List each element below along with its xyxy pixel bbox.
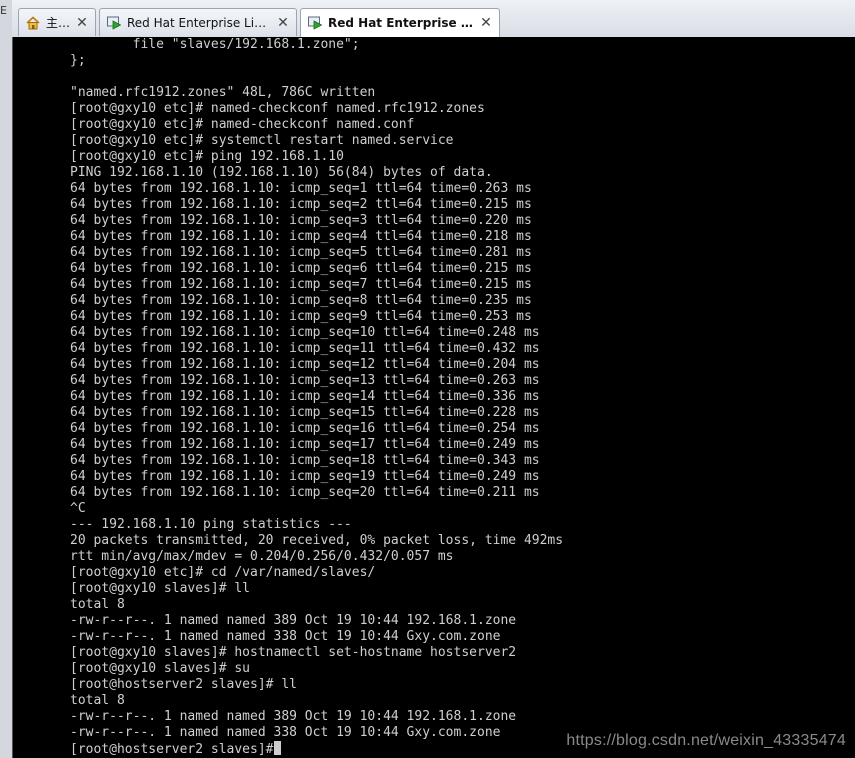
- terminal-line: 64 bytes from 192.168.1.10: icmp_seq=2 t…: [70, 197, 532, 212]
- terminal-line: 64 bytes from 192.168.1.10: icmp_seq=16 …: [70, 421, 540, 436]
- vm-icon: [107, 16, 122, 30]
- terminal-line: [root@hostserver2 slaves]# ll: [70, 677, 297, 692]
- terminal-line: -rw-r--r--. 1 named named 389 Oct 19 10:…: [70, 709, 517, 724]
- home-icon: [26, 15, 40, 29]
- terminal-line: ^C: [70, 501, 86, 516]
- terminal-line: 64 bytes from 192.168.1.10: icmp_seq=14 …: [70, 389, 540, 404]
- terminal-line: [root@gxy10 etc]# systemctl restart name…: [70, 133, 454, 148]
- tab-label: Red Hat Enterprise Linux ...: [328, 16, 473, 30]
- terminal-line: [root@hostserver2 slaves]#: [70, 741, 563, 757]
- tab-rhel8[interactable]: Red Hat Enterprise Linux 8.0 ... ✕: [99, 8, 297, 36]
- terminal-line: -rw-r--r--. 1 named named 338 Oct 19 10:…: [70, 629, 501, 644]
- terminal-line: [root@gxy10 slaves]# hostnamectl set-hos…: [70, 645, 517, 660]
- terminal-line: [root@gxy10 etc]# cd /var/named/slaves/: [70, 565, 376, 580]
- terminal-line: [root@gxy10 slaves]# ll: [70, 581, 251, 596]
- terminal-line: -rw-r--r--. 1 named named 389 Oct 19 10:…: [70, 613, 517, 628]
- terminal-line: 64 bytes from 192.168.1.10: icmp_seq=15 …: [70, 405, 540, 420]
- terminal-line: };: [70, 53, 86, 68]
- terminal-line: 64 bytes from 192.168.1.10: icmp_seq=13 …: [70, 373, 540, 388]
- tab-rhel-active[interactable]: Red Hat Enterprise Linux ... ✕: [300, 8, 500, 37]
- terminal-line: 64 bytes from 192.168.1.10: icmp_seq=11 …: [70, 341, 540, 356]
- terminal-line: 64 bytes from 192.168.1.10: icmp_seq=6 t…: [70, 261, 532, 276]
- close-icon[interactable]: ✕: [479, 16, 493, 30]
- tab-label: 主页: [46, 16, 69, 30]
- terminal-output: file "slaves/192.168.1.zone";}; "named.rf…: [70, 37, 563, 757]
- terminal-line: 64 bytes from 192.168.1.10: icmp_seq=1 t…: [70, 181, 532, 196]
- watermark-text: https://blog.csdn.net/weixin_43335474: [566, 732, 846, 749]
- terminal-line: 64 bytes from 192.168.1.10: icmp_seq=12 …: [70, 357, 540, 372]
- terminal-line: 64 bytes from 192.168.1.10: icmp_seq=5 t…: [70, 245, 532, 260]
- terminal-line: [root@gxy10 etc]# named-checkconf named.…: [70, 117, 415, 132]
- terminal-line: 64 bytes from 192.168.1.10: icmp_seq=18 …: [70, 453, 540, 468]
- tab-home[interactable]: 主页 ✕: [18, 8, 96, 36]
- close-icon[interactable]: ✕: [75, 16, 89, 30]
- terminal-line: 64 bytes from 192.168.1.10: icmp_seq=3 t…: [70, 213, 532, 228]
- terminal-line: 64 bytes from 192.168.1.10: icmp_seq=17 …: [70, 437, 540, 452]
- terminal-line: 64 bytes from 192.168.1.10: icmp_seq=20 …: [70, 485, 540, 500]
- close-icon[interactable]: ✕: [276, 16, 290, 30]
- terminal-line: 64 bytes from 192.168.1.10: icmp_seq=8 t…: [70, 293, 532, 308]
- terminal-line: PING 192.168.1.10 (192.168.1.10) 56(84) …: [70, 165, 493, 180]
- terminal-console[interactable]: file "slaves/192.168.1.zone";}; "named.rf…: [12, 37, 855, 758]
- terminal-line: 64 bytes from 192.168.1.10: icmp_seq=7 t…: [70, 277, 532, 292]
- terminal-line: 64 bytes from 192.168.1.10: icmp_seq=19 …: [70, 469, 540, 484]
- text-cursor: [273, 741, 281, 755]
- terminal-line: -rw-r--r--. 1 named named 338 Oct 19 10:…: [70, 725, 501, 740]
- terminal-line: 64 bytes from 192.168.1.10: icmp_seq=9 t…: [70, 309, 532, 324]
- terminal-line: "named.rfc1912.zones" 48L, 786C written: [70, 85, 376, 100]
- terminal-line: rtt min/avg/max/mdev = 0.204/0.256/0.432…: [70, 549, 454, 564]
- terminal-line: [root@gxy10 etc]# ping 192.168.1.10: [70, 149, 344, 164]
- left-edge-char: E: [0, 4, 7, 17]
- terminal-line: [root@gxy10 slaves]# su: [70, 661, 251, 676]
- terminal-line: total 8: [70, 597, 125, 612]
- terminal-line: total 8: [70, 693, 125, 708]
- vm-icon: [308, 16, 323, 30]
- tab-bar: 主页 ✕ Red Hat Enterprise Linux 8.0 ... ✕ …: [12, 0, 855, 38]
- terminal-line: file "slaves/192.168.1.zone";: [70, 37, 360, 52]
- terminal-line: 20 packets transmitted, 20 received, 0% …: [70, 533, 564, 548]
- terminal-line: 64 bytes from 192.168.1.10: icmp_seq=10 …: [70, 325, 540, 340]
- terminal-line: [root@gxy10 etc]# named-checkconf named.…: [70, 101, 485, 116]
- terminal-line: 64 bytes from 192.168.1.10: icmp_seq=4 t…: [70, 229, 532, 244]
- terminal-line: --- 192.168.1.10 ping statistics ---: [70, 517, 352, 532]
- tab-label: Red Hat Enterprise Linux 8.0 ...: [127, 15, 270, 30]
